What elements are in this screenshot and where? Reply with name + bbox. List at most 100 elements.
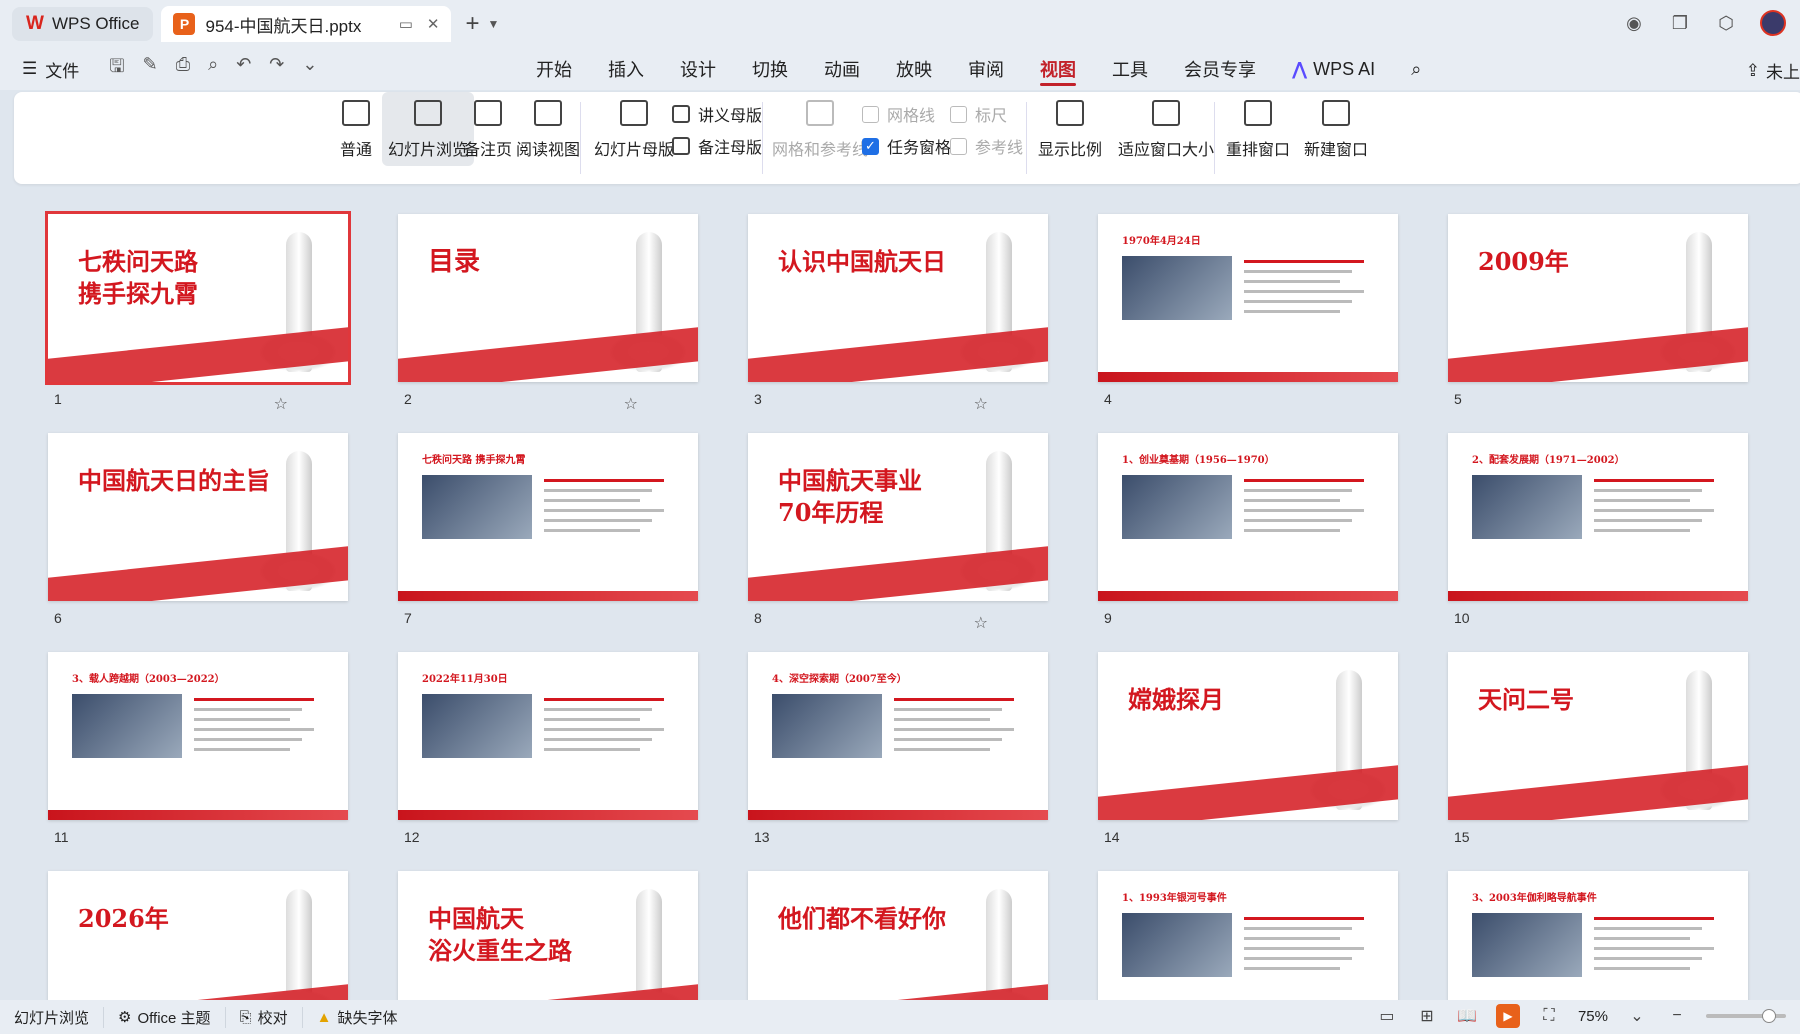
more-chevron-icon[interactable]: ⌄ — [302, 54, 317, 84]
slide-thumbnail[interactable]: 目录 — [398, 214, 698, 382]
tab-review[interactable]: 审阅 — [950, 48, 1022, 90]
slide-thumbnail-cell[interactable]: 1、1993年银河号事件19 — [1098, 871, 1398, 1000]
file-menu-button[interactable]: ☰ 文件 — [22, 57, 79, 82]
fit-screen-icon[interactable]: ⛶ — [1538, 1005, 1560, 1027]
guides-checkbox[interactable]: 参考线 — [950, 134, 1023, 158]
rearrange-window-button[interactable]: 重排窗口 — [1226, 100, 1290, 160]
slide-sorter-icon[interactable]: ⊞ — [1416, 1005, 1438, 1027]
slide-thumbnail-cell[interactable]: 嫦娥探月 14 — [1098, 652, 1398, 845]
gridlines-checkbox[interactable]: 网格线 — [862, 102, 935, 126]
document-tab[interactable]: P 954-中国航天日.pptx ▭ ✕ — [161, 6, 452, 42]
slide-thumbnail-cell[interactable]: 3、载人跨越期（2003—2022） 11 — [48, 652, 348, 845]
save-icon[interactable]: 🖫 — [109, 54, 124, 84]
app-home-tab[interactable]: W WPS Office — [12, 7, 154, 41]
slide-master-button[interactable]: 幻灯片母版 — [594, 100, 674, 160]
slide-thumbnail[interactable]: 1970年4月24日 — [1098, 214, 1398, 382]
zoom-out-icon[interactable]: − — [1666, 1005, 1688, 1027]
slide-thumbnail[interactable]: 2026年 — [48, 871, 348, 1000]
handout-master-button[interactable]: 讲义母版 — [672, 102, 762, 126]
cube-icon[interactable]: ⬡ — [1714, 11, 1738, 35]
zoom-level[interactable]: 75% — [1578, 1008, 1608, 1025]
restore-tab-icon[interactable]: ▭ — [399, 15, 413, 33]
new-tab-icon[interactable]: + — [465, 10, 479, 38]
theme-status[interactable]: ⚙ Office 主题 — [104, 1006, 226, 1028]
slide-thumbnail-cell[interactable]: 4、深空探索期（2007至今） 13 — [748, 652, 1048, 845]
slide-thumbnail-cell[interactable]: 2、配套发展期（1971—2002） 10 — [1448, 433, 1748, 626]
new-window-button[interactable]: 新建窗口 — [1304, 100, 1368, 160]
animation-star-icon[interactable]: ☆ — [624, 394, 638, 414]
task-pane-checkbox[interactable]: ✓ 任务窗格 — [862, 134, 951, 158]
notes-page-button[interactable]: 备注页 — [464, 100, 512, 160]
slide-thumbnail[interactable]: 4、深空探索期（2007至今） — [748, 652, 1048, 820]
cloud-status[interactable]: ⇪ 未上 — [1746, 58, 1800, 83]
view-mode-status[interactable]: 幻灯片浏览 — [0, 1006, 105, 1028]
tab-wps-ai[interactable]: ⋀ WPS AI — [1274, 48, 1393, 90]
slide-thumbnail-cell[interactable]: 1、创业奠基期（1956—1970） 9 — [1098, 433, 1398, 626]
proofing-status[interactable]: ⎘ 校对 — [226, 1006, 303, 1028]
slide-thumbnail[interactable]: 2022年11月30日 — [398, 652, 698, 820]
slide-thumbnail[interactable]: 2009年 — [1448, 214, 1748, 382]
format-painter-icon[interactable]: ✎ — [143, 54, 158, 84]
close-tab-icon[interactable]: ✕ — [427, 15, 440, 33]
tab-design[interactable]: 设计 — [662, 48, 734, 90]
slide-thumbnail-cell[interactable]: 中国航天日的主旨 6 — [48, 433, 348, 626]
slide-thumbnail-cell[interactable]: 1970年4月24日 4 — [1098, 214, 1398, 407]
slide-thumbnail[interactable]: 七秩问天路 携手探九霄 — [45, 211, 351, 385]
undo-icon[interactable]: ↶ — [236, 54, 251, 84]
slide-thumbnail-cell[interactable]: 目录 2 ☆ — [398, 214, 698, 413]
tab-slideshow[interactable]: 放映 — [878, 48, 950, 90]
animation-star-icon[interactable]: ☆ — [274, 394, 288, 414]
slide-thumbnail-cell[interactable]: 3、2003年伽利略导航事件20 — [1448, 871, 1748, 1000]
redo-icon[interactable]: ↷ — [269, 54, 284, 84]
slide-thumbnail-cell[interactable]: 七秩问天路 携手探九霄 1 ☆ — [45, 211, 351, 413]
missing-font-status[interactable]: ▲ 缺失字体 — [303, 1007, 412, 1028]
slide-thumbnail[interactable]: 中国航天 浴火重生之路 — [398, 871, 698, 1000]
slide-thumbnail-cell[interactable]: 2009年 5 — [1448, 214, 1748, 407]
copilot-icon[interactable]: ◉ — [1622, 11, 1646, 35]
zoom-chevron-icon[interactable]: ⌄ — [1626, 1005, 1648, 1027]
zoom-button[interactable]: 显示比例 — [1038, 100, 1102, 160]
slide-thumbnail-cell[interactable]: 2022年11月30日 12 — [398, 652, 698, 845]
reading-view-icon[interactable]: 📖 — [1456, 1005, 1478, 1027]
normal-view-icon[interactable]: ▭ — [1376, 1005, 1398, 1027]
tab-transitions[interactable]: 切换 — [734, 48, 806, 90]
slide-thumbnail[interactable]: 中国航天日的主旨 — [48, 433, 348, 601]
slide-thumbnail[interactable]: 1、创业奠基期（1956—1970） — [1098, 433, 1398, 601]
slide-thumbnail-cell[interactable]: 认识中国航天日 3 ☆ — [748, 214, 1048, 413]
slide-browse-button[interactable]: 幻灯片浏览 — [382, 92, 475, 166]
window-switch-icon[interactable]: ❐ — [1668, 11, 1692, 35]
fit-window-button[interactable]: 适应窗口大小 — [1118, 100, 1214, 160]
play-slideshow-icon[interactable]: ▶ — [1495, 1004, 1520, 1028]
tab-insert[interactable]: 插入 — [590, 48, 662, 90]
tab-view[interactable]: 视图 — [1022, 48, 1094, 90]
slide-thumbnail-cell[interactable]: 中国航天 浴火重生之路17 — [398, 871, 698, 1000]
slide-thumbnail[interactable]: 3、载人跨越期（2003—2022） — [48, 652, 348, 820]
slide-thumbnail[interactable]: 七秩问天路 携手探九霄 — [398, 433, 698, 601]
slide-thumbnail[interactable]: 嫦娥探月 — [1098, 652, 1398, 820]
animation-star-icon[interactable]: ☆ — [974, 394, 988, 414]
tab-member[interactable]: 会员专享 — [1166, 48, 1274, 90]
slide-thumbnail-cell[interactable]: 七秩问天路 携手探九霄 7 — [398, 433, 698, 626]
tab-tools[interactable]: 工具 — [1094, 48, 1166, 90]
slide-thumbnail[interactable]: 他们都不看好你 — [748, 871, 1048, 1000]
print-icon[interactable]: ⎙ — [176, 54, 190, 84]
slide-thumbnail[interactable]: 3、2003年伽利略导航事件 — [1448, 871, 1748, 1000]
slide-thumbnail[interactable]: 天问二号 — [1448, 652, 1748, 820]
slide-thumbnail[interactable]: 1、1993年银河号事件 — [1098, 871, 1398, 1000]
animation-star-icon[interactable]: ☆ — [974, 613, 988, 633]
slide-thumbnail-cell[interactable]: 2026年16 — [48, 871, 348, 1000]
reading-view-button[interactable]: 阅读视图 — [516, 100, 580, 160]
tab-home[interactable]: 开始 — [518, 48, 590, 90]
ruler-checkbox[interactable]: 标尺 — [950, 102, 1007, 126]
slide-thumbnail-cell[interactable]: 中国航天事业 70年历程 8 ☆ — [748, 433, 1048, 632]
print-preview-icon[interactable]: ⌕ — [208, 54, 218, 84]
chevron-down-icon[interactable]: ▼ — [488, 17, 500, 31]
slide-thumbnail[interactable]: 2、配套发展期（1971—2002） — [1448, 433, 1748, 601]
tab-animations[interactable]: 动画 — [806, 48, 878, 90]
notes-master-button[interactable]: 备注母版 — [672, 134, 762, 158]
zoom-slider[interactable] — [1706, 1009, 1786, 1023]
normal-view-button[interactable]: 普通 — [340, 100, 372, 160]
avatar[interactable] — [1760, 10, 1786, 36]
slide-thumbnail-cell[interactable]: 天问二号 15 — [1448, 652, 1748, 845]
slide-thumbnail[interactable]: 中国航天事业 70年历程 — [748, 433, 1048, 601]
